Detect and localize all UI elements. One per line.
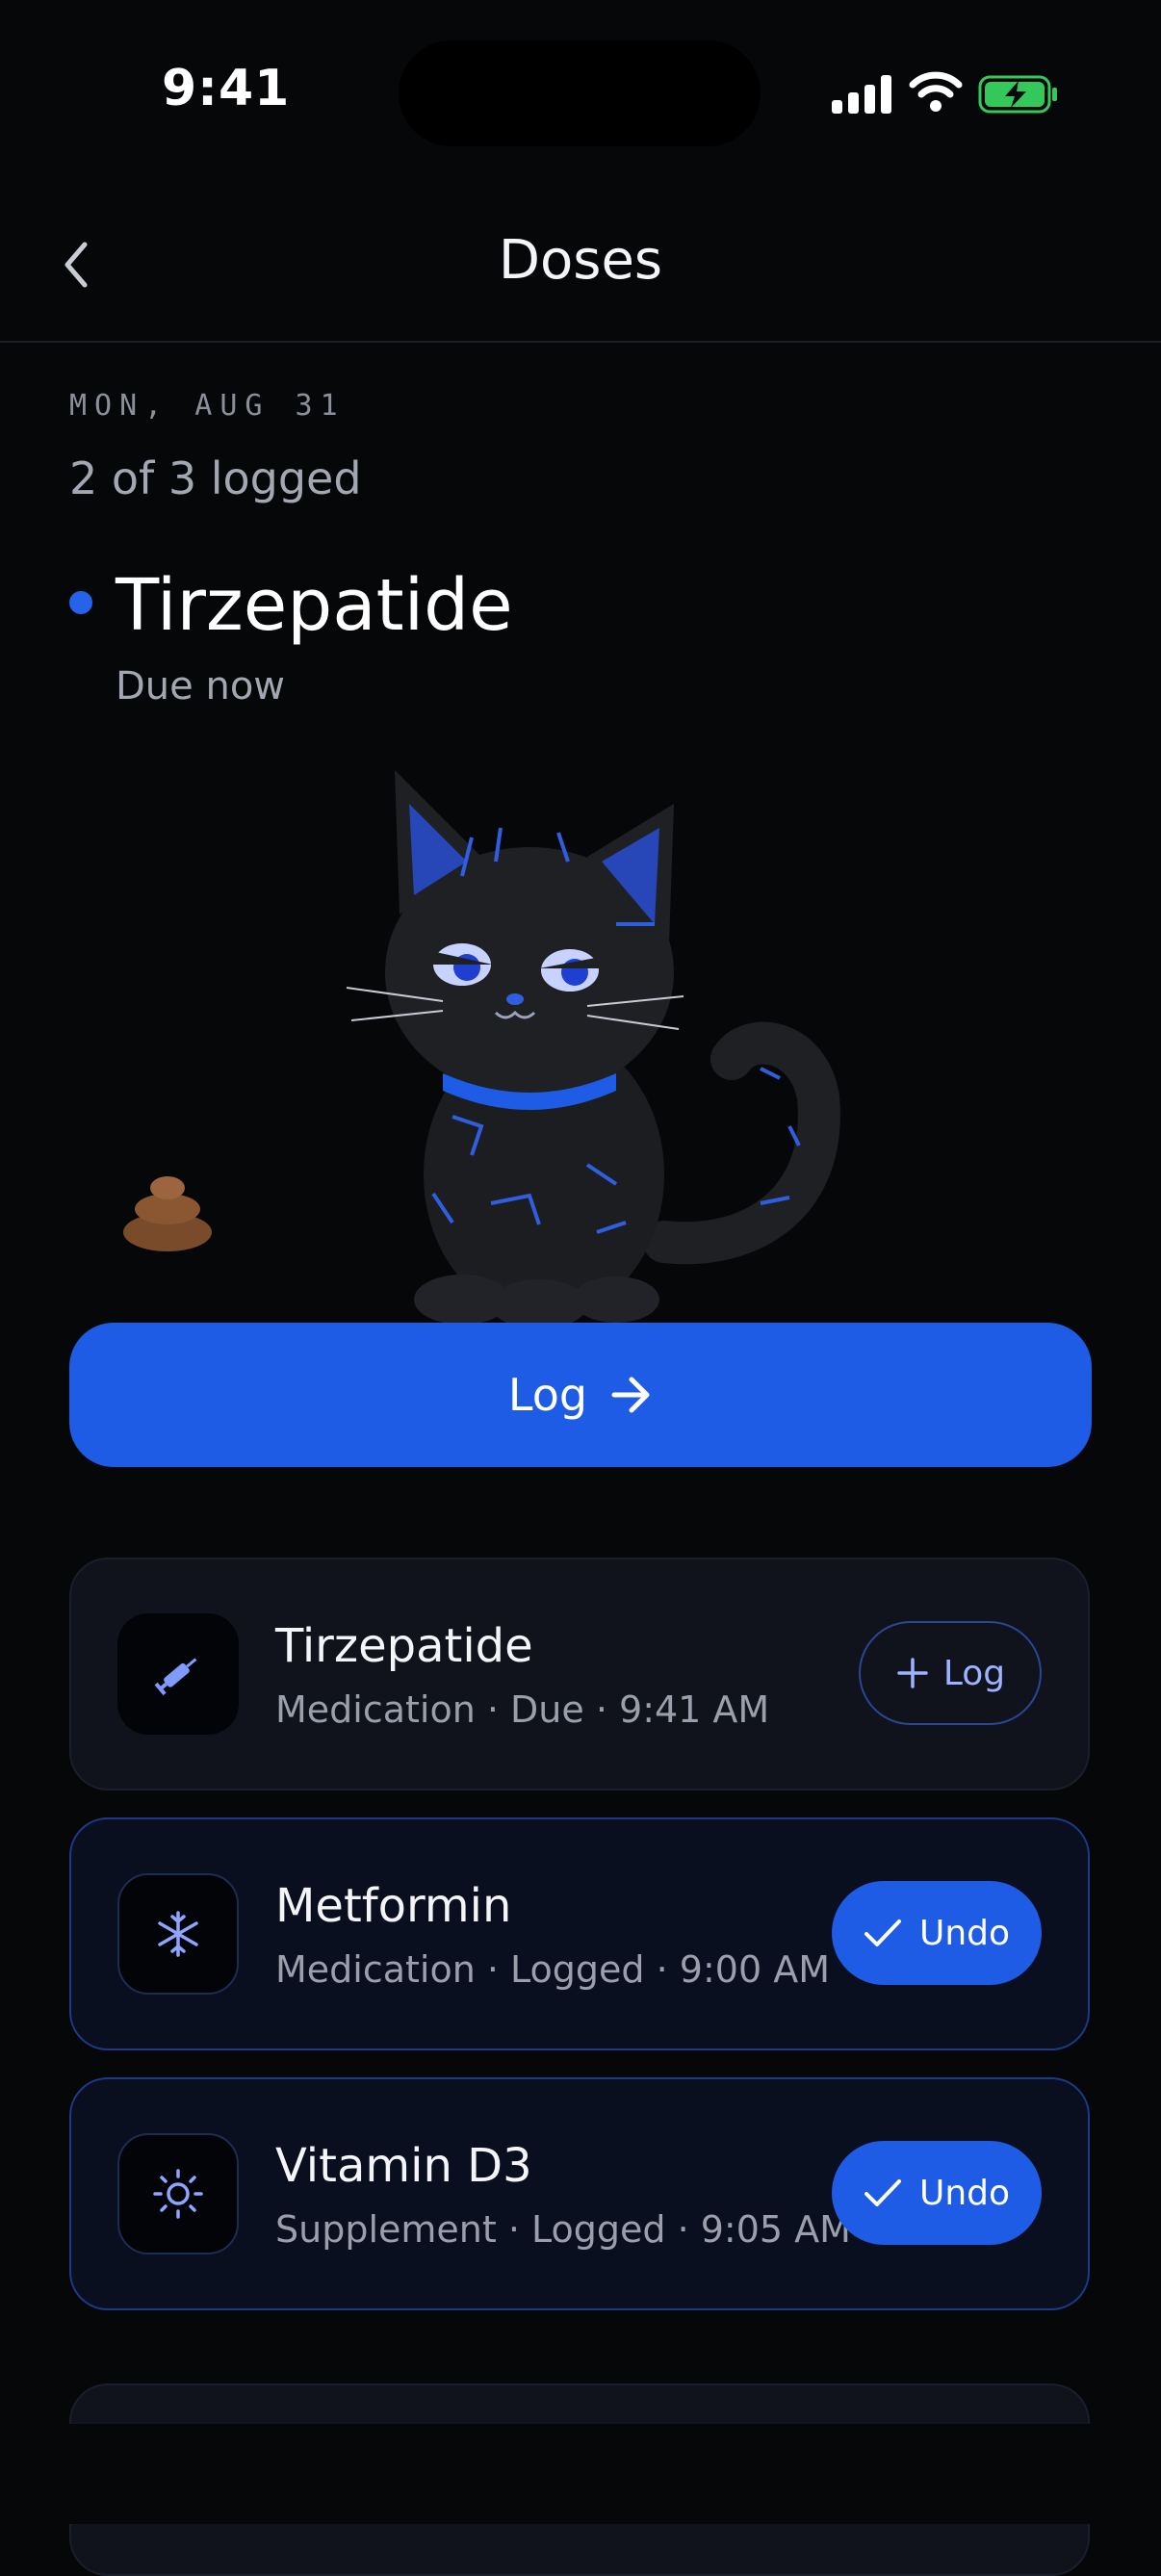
status-time: 9:41 <box>162 60 291 117</box>
dose-card-metformin[interactable]: Metformin Medication · Logged · 9:00 AM … <box>69 1817 1090 2050</box>
dose-icon-tile <box>117 1873 239 1995</box>
log-dose-button[interactable]: Log <box>69 1323 1092 1467</box>
date-label: MON, AUG 31 <box>69 389 346 423</box>
checkmark-icon <box>864 1919 901 1946</box>
syringe-icon <box>154 1658 197 1696</box>
dose-card-tirzepatide[interactable]: Tirzepatide Medication · Due · 9:41 AM L… <box>69 1558 1090 1790</box>
dynamic-island <box>399 40 761 146</box>
dose-name: Tirzepatide <box>275 1619 533 1673</box>
arrow-right-icon <box>611 1377 650 1413</box>
log-button-label: Log <box>507 1369 588 1421</box>
bottom-area <box>0 2424 1161 2524</box>
checkmark-icon <box>864 2179 901 2206</box>
battery-charging-icon <box>978 75 1057 114</box>
due-indicator-dot <box>69 591 92 614</box>
plus-icon <box>897 1658 928 1688</box>
log-button[interactable]: Log <box>859 1621 1042 1725</box>
undo-button[interactable]: Undo <box>832 1881 1042 1985</box>
dose-card-vitamin-d3[interactable]: Vitamin D3 Supplement · Logged · 9:05 AM… <box>69 2077 1090 2310</box>
dose-name: Metformin <box>275 1879 512 1933</box>
status-bar: 9:41 <box>0 0 1161 193</box>
snowflake-icon <box>158 1911 198 1957</box>
navigation-bar: Doses <box>0 193 1161 343</box>
dose-detail: Supplement · Logged · 9:05 AM <box>275 2208 851 2251</box>
dose-icon-tile <box>117 2133 239 2254</box>
wifi-icon <box>909 71 963 112</box>
log-button-label: Log <box>942 1653 1006 1693</box>
dose-name: Vitamin D3 <box>275 2139 532 2193</box>
undo-button-label: Undo <box>918 1913 1011 1953</box>
undo-button[interactable]: Undo <box>832 2141 1042 2245</box>
cat-mascot-illustration <box>346 770 840 1328</box>
page-title: Doses <box>498 229 663 292</box>
cellular-signal-icon <box>832 75 891 114</box>
undo-button-label: Undo <box>918 2173 1011 2213</box>
sun-icon <box>153 2169 203 2219</box>
dose-detail: Medication · Logged · 9:00 AM <box>275 1948 830 1991</box>
dose-icon-tile <box>117 1613 239 1735</box>
logged-count: 2 of 3 logged <box>69 452 362 504</box>
dose-detail: Medication · Due · 9:41 AM <box>275 1688 770 1731</box>
next-dose-name: Tirzepatide <box>116 564 513 647</box>
next-dose-status: Due now <box>116 664 286 708</box>
poop-icon <box>123 1176 212 1251</box>
